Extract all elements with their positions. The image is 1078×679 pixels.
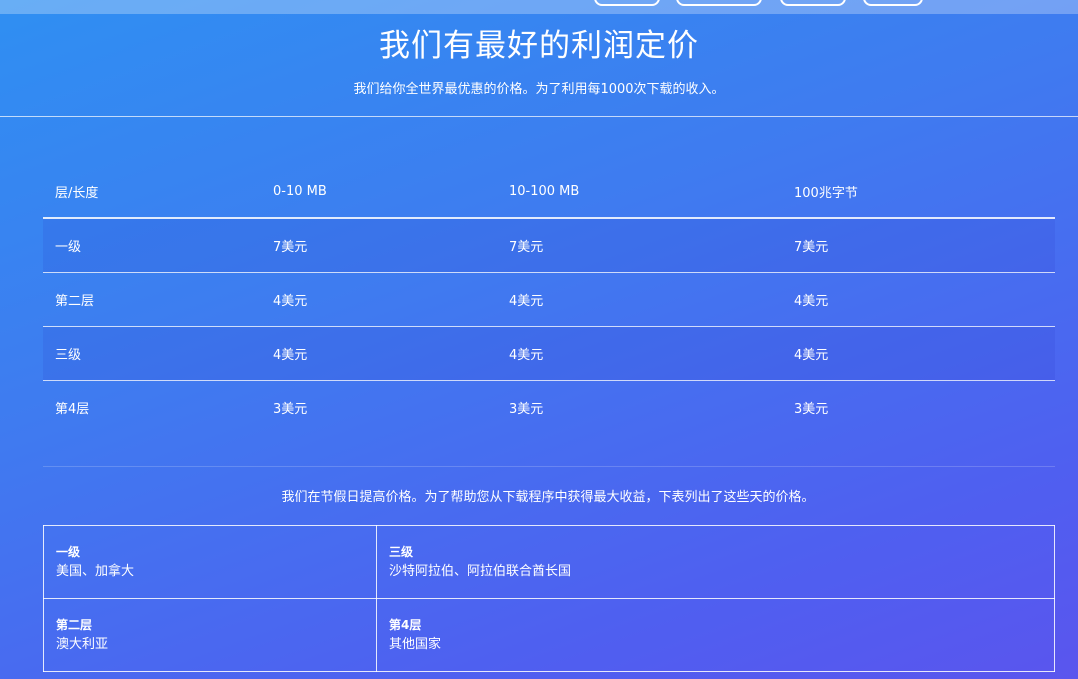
regions-row: 第二层 澳大利亚 第4层 其他国家 [43, 598, 1055, 672]
region-cell-tier4: 第4层 其他国家 [376, 598, 1055, 672]
tier-cell: 第二层 [43, 272, 261, 327]
region-tier-name: 第二层 [56, 618, 93, 632]
price-cell: 7美元 [782, 218, 1055, 273]
header-100mb: 100兆字节 [782, 165, 1055, 219]
top-navbar [0, 0, 1078, 14]
price-cell: 3美元 [509, 402, 544, 417]
pricing-header-row: 层/长度 0-10 MB 10-100 MB 100兆字节 [43, 165, 1055, 219]
price-cell: 3美元 [794, 402, 829, 417]
region-countries: 沙特阿拉伯、阿拉伯联合酋长国 [389, 564, 572, 579]
region-countries: 其他国家 [389, 637, 442, 652]
table-row: 第二层 4美元 4美元 4美元 [43, 272, 1055, 327]
regions-row: 一级 美国、加拿大 三级 沙特阿拉伯、阿拉伯联合酋长国 [43, 525, 1055, 599]
nav-button-4[interactable] [863, 0, 923, 6]
price-cell: 7美元 [261, 218, 497, 273]
table-row: 第4层 3美元 3美元 3美元 [43, 381, 1055, 435]
region-tier-name: 一级 [56, 545, 81, 559]
holiday-note: 我们在节假日提高价格。为了帮助您从下载程序中获得最大收益，下表列出了这些天的价格… [281, 490, 815, 505]
page-subtitle: 我们给你全世界最优惠的价格。为了利用每1000次下载的收入。 [353, 82, 725, 97]
page-title: 我们有最好的利润定价 [379, 28, 699, 64]
price-cell: 7美元 [497, 218, 782, 273]
section-divider [43, 466, 1055, 467]
price-cell: 3美元 [273, 402, 308, 417]
price-cell: 4美元 [497, 326, 782, 381]
region-cell-tier2: 第二层 澳大利亚 [43, 598, 377, 672]
region-cell-tier1: 一级 美国、加拿大 [43, 525, 377, 599]
tier-cell: 一级 [43, 218, 261, 273]
regions-table: 一级 美国、加拿大 三级 沙特阿拉伯、阿拉伯联合酋长国 第二层 澳大利亚 第4层… [43, 525, 1055, 672]
nav-button-3[interactable] [780, 0, 846, 6]
region-countries: 澳大利亚 [56, 637, 109, 652]
nav-button-1[interactable] [594, 0, 660, 6]
header-tier-length: 层/长度 [43, 165, 261, 219]
tier-cell: 三级 [43, 326, 261, 381]
price-cell: 4美元 [782, 326, 1055, 381]
table-row: 一级 7美元 7美元 7美元 [43, 218, 1055, 273]
hero-divider [0, 116, 1078, 117]
table-row: 三级 4美元 4美元 4美元 [43, 326, 1055, 381]
price-cell: 4美元 [782, 272, 1055, 327]
pricing-table: 层/长度 0-10 MB 10-100 MB 100兆字节 一级 7美元 7美元… [43, 165, 1055, 434]
region-cell-tier3: 三级 沙特阿拉伯、阿拉伯联合酋长国 [376, 525, 1055, 599]
region-tier-name: 第4层 [389, 618, 422, 632]
region-tier-name: 三级 [389, 545, 414, 559]
price-cell: 4美元 [497, 272, 782, 327]
header-0-10mb: 0-10 MB [261, 165, 497, 219]
header-10-100mb: 10-100 MB [497, 165, 782, 219]
price-cell: 4美元 [261, 326, 497, 381]
tier-cell: 第4层 [55, 402, 90, 417]
region-countries: 美国、加拿大 [56, 564, 135, 579]
price-cell: 4美元 [261, 272, 497, 327]
nav-button-2[interactable] [676, 0, 762, 6]
